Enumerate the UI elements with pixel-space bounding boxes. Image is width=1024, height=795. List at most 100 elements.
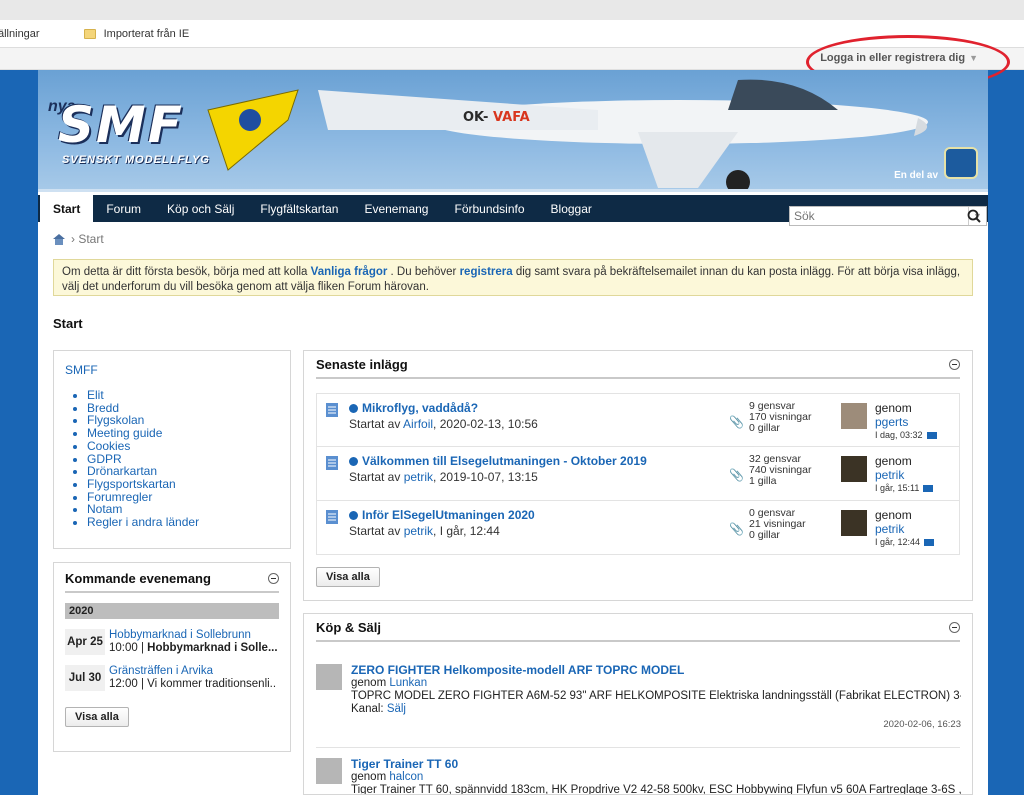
svg-text:OK-: OK-: [463, 110, 488, 125]
new-post-icon[interactable]: [349, 403, 358, 413]
like-count: 1 gilla: [749, 475, 777, 487]
link-elit[interactable]: Elit: [87, 389, 279, 402]
attachment-icon: 📎: [729, 468, 744, 482]
channel-link[interactable]: Sälj: [387, 703, 406, 715]
seller-link[interactable]: halcon: [389, 771, 423, 783]
attachment-icon: 📎: [729, 522, 744, 536]
event-date: Apr 25: [65, 629, 105, 655]
browser-top-bar: [0, 0, 1024, 20]
go-to-last-post-icon[interactable]: [924, 538, 935, 546]
avatar[interactable]: [316, 664, 342, 690]
notice-text: Om detta är ditt första besök, börja med…: [62, 266, 311, 278]
link-cookies[interactable]: Cookies: [87, 440, 279, 453]
sell-title: Köp & Sälj: [316, 620, 382, 635]
topic-stats: 0 gensvar 21 visningar 0 gillar: [749, 508, 839, 541]
topic-stats: 9 gensvar 170 visningar 0 gillar: [749, 401, 839, 434]
latest-show-all-button[interactable]: Visa alla: [316, 567, 380, 587]
tab-bloggar[interactable]: Bloggar: [538, 195, 605, 222]
topic-date: , I går, 12:44: [433, 524, 500, 538]
bookmark-folder-ie[interactable]: Importerat från IE: [83, 27, 190, 40]
last-poster-link[interactable]: pgerts: [875, 415, 937, 429]
last-post-time: I går, 12:44: [875, 537, 921, 547]
search-box: ▼: [789, 206, 987, 226]
topic-title-link[interactable]: Mikroflyg, vaddådå?: [349, 401, 729, 415]
document-icon: [326, 510, 338, 524]
welcome-notice: Om detta är ditt första besök, börja med…: [53, 259, 973, 296]
events-header: Kommande evenemang: [65, 571, 279, 593]
links-widget-title[interactable]: SMFF: [65, 363, 279, 377]
seller-link[interactable]: Lunkan: [389, 677, 427, 689]
tab-flygfaltskartan[interactable]: Flygfältskartan: [247, 195, 351, 222]
links-widget: SMFF Elit Bredd Flygskolan Meeting guide…: [53, 350, 291, 549]
bookmark-label: Importerat från IE: [103, 27, 190, 40]
new-post-icon[interactable]: [349, 456, 358, 466]
author-link[interactable]: petrik: [404, 524, 433, 538]
topic-stats: 32 gensvar 740 visningar 1 gilla: [749, 454, 839, 487]
collapse-icon[interactable]: [949, 622, 960, 633]
topic-title: Välkommen till Elsegelutmaningen - Oktob…: [362, 454, 647, 468]
go-to-last-post-icon[interactable]: [926, 431, 937, 439]
listing-date: 2020-02-06, 16:23: [883, 719, 961, 730]
topic-title-link[interactable]: Inför ElSegelUtmaningen 2020: [349, 508, 729, 522]
author-link[interactable]: petrik: [404, 470, 433, 484]
event-title-link[interactable]: Hobbymarknad i Sollebrunn: [109, 629, 277, 642]
event-item: Apr 25 Hobbymarknad i Sollebrunn 10:00 |…: [65, 629, 279, 655]
faq-link[interactable]: Vanliga frågor: [311, 266, 388, 278]
tab-forbundsinfo[interactable]: Förbundsinfo: [441, 195, 537, 222]
avatar[interactable]: [841, 403, 867, 429]
page-margin-left: [0, 70, 38, 795]
link-flygsportskartan[interactable]: Flygsportskartan: [87, 478, 279, 491]
go-to-last-post-icon[interactable]: [923, 484, 934, 492]
new-post-icon[interactable]: [349, 510, 358, 520]
site-logo[interactable]: SMF: [58, 96, 184, 154]
last-poster-link[interactable]: petrik: [875, 468, 933, 482]
federation-logo[interactable]: [944, 147, 978, 179]
collapse-icon[interactable]: [949, 359, 960, 370]
search-button[interactable]: [962, 205, 986, 227]
avatar[interactable]: [841, 510, 867, 536]
home-icon[interactable]: [53, 233, 65, 245]
site-banner: OK- VAFA nya SMF SVENSKT MODELLFLYG En d…: [38, 70, 988, 192]
tab-kop-och-salj[interactable]: Köp och Sälj: [154, 195, 247, 222]
logo-subtitle: SVENSKT MODELLFLYG: [62, 154, 210, 166]
collapse-icon[interactable]: [268, 573, 279, 584]
sell-listing: ZERO FIGHTER Helkomposite-modell ARF TOP…: [316, 664, 961, 731]
bookmark-item[interactable]: ällningar: [0, 28, 40, 40]
events-widget: Kommande evenemang 2020 Apr 25 Hobbymark…: [53, 562, 291, 752]
search-icon: [967, 209, 981, 223]
listing-description: Tiger Trainer TT 60, spännvidd 183cm, HK…: [351, 784, 961, 795]
avatar[interactable]: [841, 456, 867, 482]
topic-date: , 2019-10-07, 13:15: [433, 470, 538, 484]
tab-label: Flygfältskartan: [260, 201, 339, 216]
by-label: genom: [875, 508, 912, 522]
latest-header: Senaste inlägg: [316, 357, 960, 379]
register-link[interactable]: registrera: [460, 266, 513, 278]
last-poster-link[interactable]: petrik: [875, 522, 934, 536]
document-icon: [326, 456, 338, 470]
events-show-all-button[interactable]: Visa alla: [65, 707, 129, 727]
folder-icon: [83, 28, 96, 39]
tab-forum[interactable]: Forum: [93, 195, 154, 222]
tab-evenemang[interactable]: Evenemang: [351, 195, 441, 222]
tab-start[interactable]: Start: [40, 195, 94, 222]
last-post: genom pgerts I dag, 03:32: [875, 401, 937, 440]
link-regler-andra-lander[interactable]: Regler i andra länder: [87, 516, 279, 529]
topic-title-link[interactable]: Välkommen till Elsegelutmaningen - Oktob…: [349, 454, 729, 468]
listing-title-link[interactable]: Tiger Trainer TT 60: [351, 758, 961, 771]
document-icon: [326, 403, 338, 417]
topic-title: Mikroflyg, vaddådå?: [362, 401, 479, 415]
bookmark-label: ällningar: [0, 27, 40, 40]
event-desc: Vi kommer traditionsenli...: [147, 678, 277, 690]
partner-label: En del av: [894, 170, 938, 181]
by-label: genom: [875, 454, 912, 468]
link-meeting-guide[interactable]: Meeting guide: [87, 427, 279, 440]
event-title-link[interactable]: Gränsträffen i Arvika: [109, 665, 277, 678]
started-by-label: Startat av: [349, 417, 404, 431]
last-post: genom petrik I går, 15:11: [875, 454, 934, 493]
event-item: Jul 30 Gränsträffen i Arvika 12:00 | Vi …: [65, 665, 279, 691]
author-link[interactable]: Airfoil: [403, 417, 433, 431]
avatar[interactable]: [316, 758, 342, 784]
listing-title-link[interactable]: ZERO FIGHTER Helkomposite-modell ARF TOP…: [351, 664, 961, 677]
tab-label: Forum: [106, 201, 142, 216]
search-input[interactable]: [790, 207, 968, 225]
